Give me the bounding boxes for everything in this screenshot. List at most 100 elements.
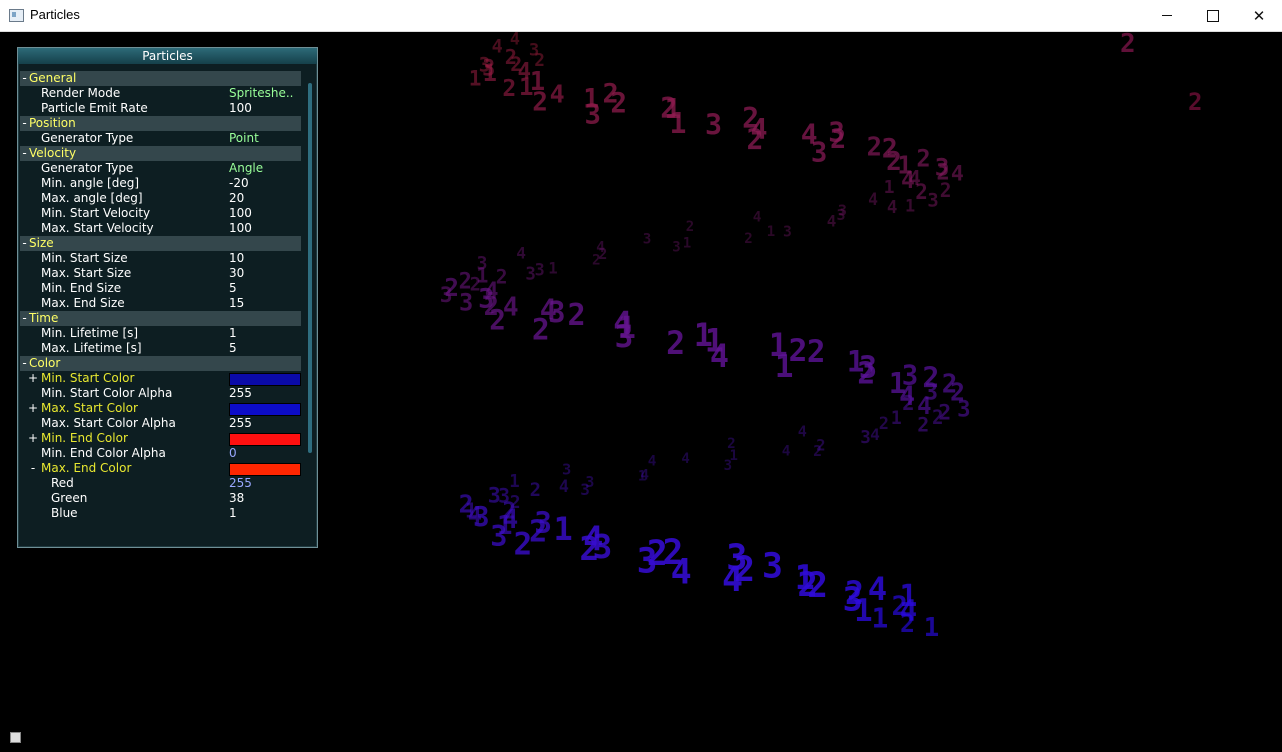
property-row[interactable]: Min. End Color Alpha 0 bbox=[18, 446, 301, 461]
particle-sprite: 3 bbox=[860, 428, 871, 448]
minimize-button[interactable] bbox=[1144, 0, 1190, 31]
particle-sprite: 3 bbox=[593, 528, 613, 566]
property-row[interactable]: + Min. End Color bbox=[18, 431, 301, 446]
property-row[interactable]: + Max. Start Color bbox=[18, 401, 301, 416]
property-value[interactable]: 0 bbox=[229, 446, 237, 461]
property-value[interactable]: 100 bbox=[229, 221, 252, 236]
panel-scrollbar[interactable] bbox=[308, 83, 312, 453]
property-label: Max. Start Velocity bbox=[41, 221, 154, 235]
particle-sprite: 1 bbox=[638, 468, 647, 484]
collapse-toggle-icon[interactable]: - bbox=[20, 311, 29, 326]
property-row[interactable]: Generator Type Angle bbox=[18, 161, 301, 176]
property-value[interactable]: 255 bbox=[229, 476, 252, 491]
section-header-color[interactable]: - Color bbox=[20, 356, 301, 371]
section-header-position[interactable]: - Position bbox=[20, 116, 301, 131]
property-value[interactable]: Point bbox=[229, 131, 259, 146]
collapse-toggle-icon[interactable]: - bbox=[20, 116, 29, 131]
property-row[interactable]: Blue 1 bbox=[18, 506, 301, 521]
property-row[interactable]: Max. Start Color Alpha 255 bbox=[18, 416, 301, 431]
property-value[interactable]: Angle bbox=[229, 161, 263, 176]
title-bar: Particles ✕ bbox=[0, 0, 1282, 32]
property-value[interactable]: 30 bbox=[229, 266, 244, 281]
property-label: Max. angle [deg] bbox=[41, 191, 143, 205]
property-row[interactable]: - Max. End Color bbox=[18, 461, 301, 476]
section-header-time[interactable]: - Time bbox=[20, 311, 301, 326]
particle-sprite: 2 bbox=[789, 333, 808, 369]
property-row[interactable]: Particle Emit Rate 100 bbox=[18, 101, 301, 116]
property-row[interactable]: Green 38 bbox=[18, 491, 301, 506]
color-swatch[interactable] bbox=[229, 463, 301, 476]
color-swatch[interactable] bbox=[229, 403, 301, 416]
property-row[interactable]: Generator Type Point bbox=[18, 131, 301, 146]
particle-sprite: 1 bbox=[509, 472, 519, 492]
property-row[interactable]: Min. End Size 5 bbox=[18, 281, 301, 296]
particle-sprite: 3 bbox=[562, 460, 571, 478]
particle-sprite: 3 bbox=[705, 108, 722, 141]
property-row[interactable]: Red 255 bbox=[18, 476, 301, 491]
particle-sprite: 3 bbox=[724, 458, 733, 474]
property-row[interactable]: Max. angle [deg] 20 bbox=[18, 191, 301, 206]
particle-sprite: 2 bbox=[510, 53, 522, 76]
property-value[interactable]: 100 bbox=[229, 206, 252, 221]
property-value[interactable]: 5 bbox=[229, 281, 237, 296]
panel-title[interactable]: Particles bbox=[18, 48, 317, 64]
property-row[interactable]: Min. Lifetime [s] 1 bbox=[18, 326, 301, 341]
particles-settings-panel[interactable]: Particles - General Render Mode Spriteshe..… bbox=[17, 47, 318, 548]
expand-icon[interactable]: + bbox=[28, 431, 38, 446]
particle-sprite: 3 bbox=[477, 253, 488, 274]
property-value[interactable]: -20 bbox=[229, 176, 249, 191]
property-value[interactable]: 255 bbox=[229, 416, 252, 431]
property-row[interactable]: Max. Lifetime [s] 5 bbox=[18, 341, 301, 356]
property-value[interactable]: 15 bbox=[229, 296, 244, 311]
collapse-toggle-icon[interactable]: - bbox=[20, 236, 29, 251]
collapse-toggle-icon[interactable]: - bbox=[20, 146, 29, 161]
expand-icon[interactable]: + bbox=[28, 401, 38, 416]
particle-sprite: 1 bbox=[683, 236, 692, 252]
particle-sprite: 3 bbox=[479, 54, 491, 77]
property-value[interactable]: 255 bbox=[229, 386, 252, 401]
maximize-button[interactable] bbox=[1190, 0, 1236, 31]
property-row[interactable]: Min. Start Color Alpha 255 bbox=[18, 386, 301, 401]
property-row[interactable]: Max. Start Size 30 bbox=[18, 266, 301, 281]
close-button[interactable]: ✕ bbox=[1236, 0, 1282, 31]
property-value[interactable]: 10 bbox=[229, 251, 244, 266]
property-label: Min. End Size bbox=[41, 281, 122, 295]
property-row[interactable]: Render Mode Spriteshe.. bbox=[18, 86, 301, 101]
collapse-toggle-icon[interactable]: - bbox=[20, 71, 29, 86]
particle-sprite: 2 bbox=[1188, 88, 1202, 116]
close-icon: ✕ bbox=[1252, 6, 1266, 25]
property-row[interactable]: Max. Start Velocity 100 bbox=[18, 221, 301, 236]
property-row[interactable]: Min. Start Velocity 100 bbox=[18, 206, 301, 221]
property-value[interactable]: 100 bbox=[229, 101, 252, 116]
property-row[interactable]: Min. angle [deg] -20 bbox=[18, 176, 301, 191]
section-label: Time bbox=[29, 311, 59, 325]
particle-sprite: 2 bbox=[816, 436, 825, 455]
resize-grip-icon[interactable] bbox=[10, 732, 21, 743]
particle-sprite: 4 bbox=[782, 444, 791, 460]
property-value[interactable]: 1 bbox=[229, 326, 237, 341]
particle-sprite: 3 bbox=[440, 282, 453, 307]
property-value[interactable]: Spriteshe.. bbox=[229, 86, 293, 101]
expand-icon[interactable]: + bbox=[28, 371, 38, 386]
property-value[interactable]: 20 bbox=[229, 191, 244, 206]
particle-sprite: 2 bbox=[807, 334, 826, 370]
app-icon bbox=[9, 9, 24, 22]
particle-sprite: 2 bbox=[603, 79, 619, 110]
property-row[interactable]: Max. End Size 15 bbox=[18, 296, 301, 311]
property-value[interactable]: 5 bbox=[229, 341, 237, 356]
property-value[interactable]: 1 bbox=[229, 506, 237, 521]
particle-sprite: 1 bbox=[889, 366, 906, 400]
collapse-icon[interactable]: - bbox=[28, 461, 38, 476]
particle-sprite: 3 bbox=[534, 506, 552, 540]
property-value[interactable]: 38 bbox=[229, 491, 244, 506]
property-row[interactable]: + Min. Start Color bbox=[18, 371, 301, 386]
color-swatch[interactable] bbox=[229, 433, 301, 446]
section-header-velocity[interactable]: - Velocity bbox=[20, 146, 301, 161]
property-row[interactable]: Min. Start Size 10 bbox=[18, 251, 301, 266]
collapse-toggle-icon[interactable]: - bbox=[20, 356, 29, 371]
color-swatch[interactable] bbox=[229, 373, 301, 386]
section-header-size[interactable]: - Size bbox=[20, 236, 301, 251]
particle-sprite: 4 bbox=[887, 198, 898, 218]
section-header-general[interactable]: - General bbox=[20, 71, 301, 86]
property-label: Min. Start Velocity bbox=[41, 206, 151, 220]
